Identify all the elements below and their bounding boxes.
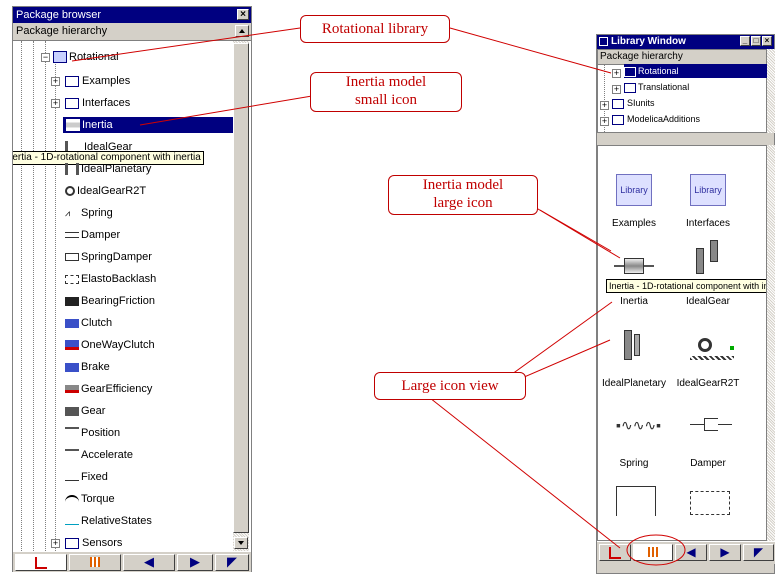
callout-inertia-large-icon: Inertia model large icon <box>388 175 538 215</box>
callout-text: large icon <box>433 195 493 211</box>
arrow-line <box>507 301 613 378</box>
arrow-line <box>71 27 301 62</box>
arrow-line <box>139 95 313 126</box>
callout-text: Inertia model <box>345 74 427 90</box>
arrow-line <box>429 397 621 549</box>
highlight-ellipse <box>626 534 686 566</box>
callout-text: small icon <box>354 92 418 108</box>
callout-text: Inertia model <box>422 177 504 193</box>
callout-text: Large icon view <box>401 378 499 394</box>
callout-rotational-library: Rotational library <box>300 15 450 43</box>
callout-text: Rotational library <box>321 21 429 37</box>
arrow-line <box>449 27 612 74</box>
callout-large-icon-view: Large icon view <box>374 372 526 400</box>
callout-inertia-small-icon: Inertia model small icon <box>310 72 462 112</box>
arrow-line <box>532 205 621 259</box>
